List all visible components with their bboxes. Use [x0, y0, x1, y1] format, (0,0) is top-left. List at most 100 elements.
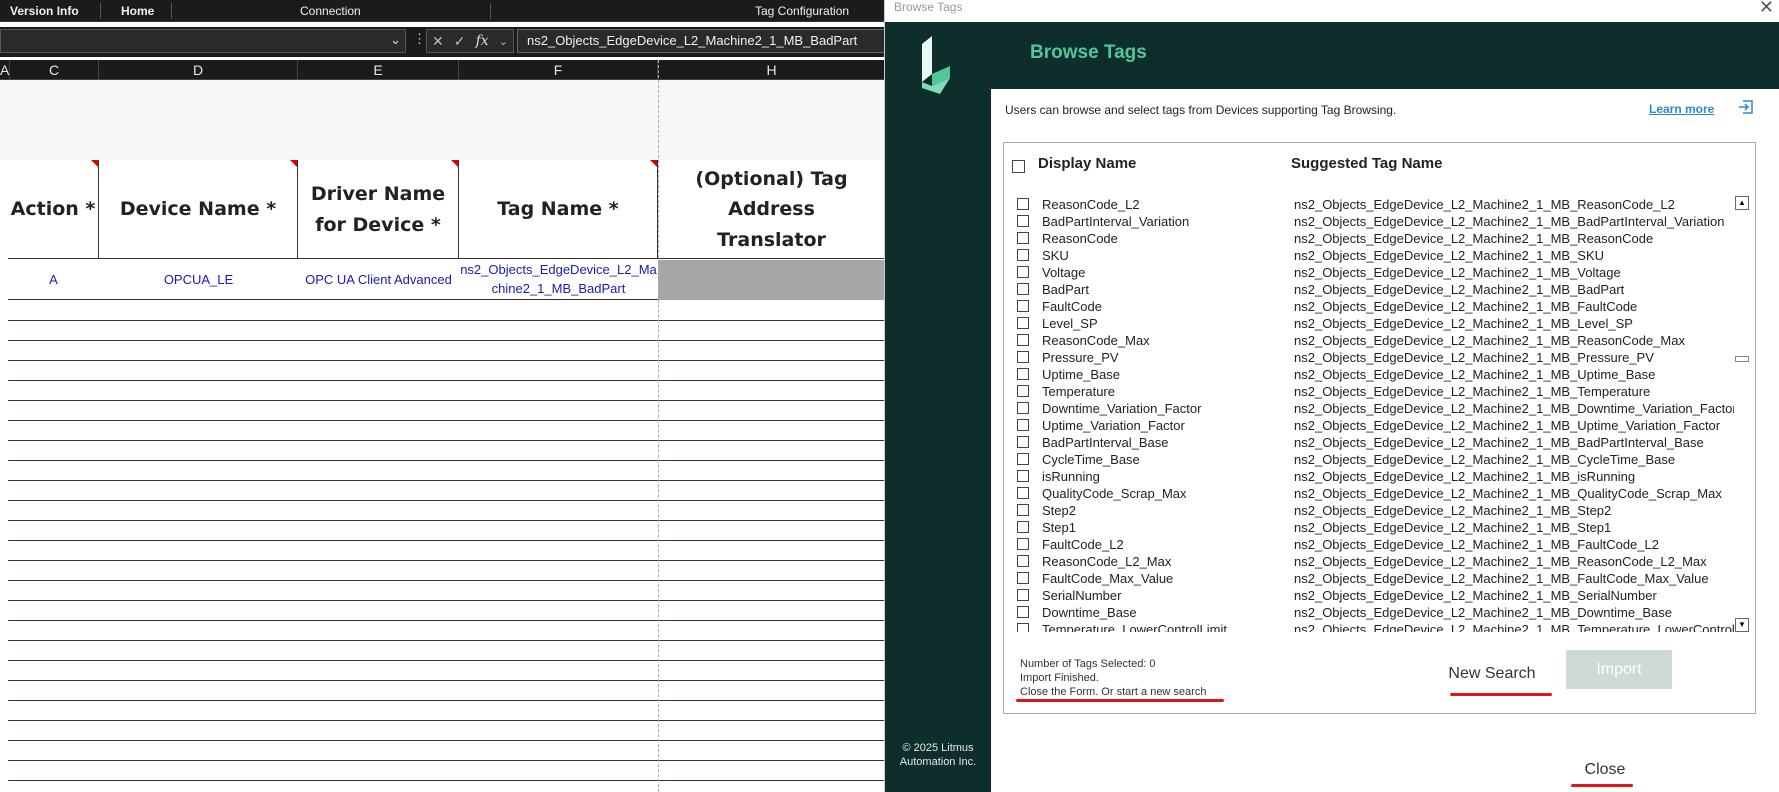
tag-checkbox[interactable]: [1017, 215, 1029, 227]
grid-row-line: [8, 660, 885, 661]
tag-display-name: ReasonCode_L2: [1042, 197, 1140, 212]
tag-checkbox[interactable]: [1017, 521, 1029, 533]
scroll-thumb[interactable]: [1735, 356, 1749, 362]
tag-checkbox[interactable]: [1017, 504, 1029, 516]
column-header-a[interactable]: A: [0, 60, 10, 80]
tag-checkbox[interactable]: [1017, 317, 1029, 329]
tag-row[interactable]: Step2 ns2_Objects_EdgeDevice_L2_Machine2_…: [1004, 502, 1734, 519]
tag-checkbox[interactable]: [1017, 351, 1029, 363]
external-link-icon[interactable]: [1738, 99, 1754, 115]
ribbon-tab-tag-configuration[interactable]: Tag Configuration: [747, 0, 857, 22]
tag-checkbox[interactable]: [1017, 470, 1029, 482]
tag-row[interactable]: Pressure_PV ns2_Objects_EdgeDevice_L2_Mac…: [1004, 349, 1734, 366]
header-driver-name[interactable]: Driver Name for Device *: [298, 160, 459, 259]
tag-checkbox[interactable]: [1017, 334, 1029, 346]
tag-row[interactable]: ReasonCode_Max ns2_Objects_EdgeDevice_L2_…: [1004, 332, 1734, 349]
copyright-text: © 2025 Litmus Automation Inc.: [899, 742, 977, 768]
tag-row[interactable]: isRunning ns2_Objects_EdgeDevice_L2_Machi…: [1004, 468, 1734, 485]
tag-checkbox[interactable]: [1017, 623, 1029, 632]
tag-row[interactable]: Downtime_Base ns2_Objects_EdgeDevice_L2_M…: [1004, 604, 1734, 621]
tag-row[interactable]: SerialNumber ns2_Objects_EdgeDevice_L2_Ma…: [1004, 587, 1734, 604]
close-button[interactable]: Close: [1565, 757, 1645, 783]
tag-checkbox[interactable]: [1017, 436, 1029, 448]
cell-translator[interactable]: [658, 260, 885, 300]
column-header-f[interactable]: F: [459, 60, 658, 80]
header-action[interactable]: Action *: [8, 160, 99, 259]
tag-checkbox[interactable]: [1017, 538, 1029, 550]
tag-row[interactable]: Step1 ns2_Objects_EdgeDevice_L2_Machine2_…: [1004, 519, 1734, 536]
tag-row[interactable]: CycleTime_Base ns2_Objects_EdgeDevice_L2_…: [1004, 451, 1734, 468]
column-header-h[interactable]: H: [658, 60, 885, 80]
more-icon[interactable]: ⋮: [413, 31, 426, 47]
tag-row[interactable]: BadPart ns2_Objects_EdgeDevice_L2_Machine…: [1004, 281, 1734, 298]
header-device-name[interactable]: Device Name *: [99, 160, 298, 259]
tag-row[interactable]: Uptime_Base ns2_Objects_EdgeDevice_L2_Mac…: [1004, 366, 1734, 383]
tag-row[interactable]: FaultCode ns2_Objects_EdgeDevice_L2_Machi…: [1004, 298, 1734, 315]
cell-device-name[interactable]: OPCUA_LE: [99, 260, 298, 300]
column-header-e[interactable]: E: [298, 60, 459, 80]
tag-row[interactable]: Downtime_Variation_Factor ns2_Objects_Edg…: [1004, 400, 1734, 417]
tag-display-name: SerialNumber: [1042, 588, 1122, 603]
tag-row[interactable]: QualityCode_Scrap_Max ns2_Objects_EdgeDev…: [1004, 485, 1734, 502]
column-header-c[interactable]: C: [10, 60, 99, 80]
chevron-down-icon[interactable]: ⌄: [390, 32, 401, 48]
dialog-heading: Browse Tags: [1030, 42, 1147, 63]
tag-row[interactable]: Temperature ns2_Objects_EdgeDevice_L2_Mac…: [1004, 383, 1734, 400]
tag-checkbox[interactable]: [1017, 606, 1029, 618]
confirm-icon[interactable]: ✓: [454, 33, 466, 50]
tag-row[interactable]: FaultCode_Max_Value ns2_Objects_EdgeDevic…: [1004, 570, 1734, 587]
tag-checkbox[interactable]: [1017, 555, 1029, 567]
cell-driver-name[interactable]: OPC UA Client Advanced: [298, 260, 459, 300]
tag-checkbox[interactable]: [1017, 453, 1029, 465]
tag-suggested-name: ns2_Objects_EdgeDevice_L2_Machine2_1_MB_…: [1294, 231, 1654, 246]
formula-input[interactable]: ns2_Objects_EdgeDevice_L2_Machine2_1_MB_…: [517, 29, 885, 53]
tag-row[interactable]: ReasonCode_L2 ns2_Objects_EdgeDevice_L2_M…: [1004, 196, 1734, 213]
tag-checkbox[interactable]: [1017, 572, 1029, 584]
tag-checkbox[interactable]: [1017, 283, 1029, 295]
tag-row[interactable]: FaultCode_L2 ns2_Objects_EdgeDevice_L2_Ma…: [1004, 536, 1734, 553]
column-header-d[interactable]: D: [99, 60, 298, 80]
tag-checkbox[interactable]: [1017, 249, 1029, 261]
scroll-up-icon[interactable]: ▲: [1735, 196, 1749, 210]
name-box[interactable]: ⌄: [0, 29, 406, 53]
tags-list[interactable]: ReasonCode_L2 ns2_Objects_EdgeDevice_L2_M…: [1004, 196, 1734, 632]
import-button[interactable]: Import: [1566, 650, 1672, 689]
tag-row[interactable]: ReasonCode_L2_Max ns2_Objects_EdgeDevice_…: [1004, 553, 1734, 570]
header-translator[interactable]: (Optional) Tag Address Translator: [658, 160, 885, 259]
tag-checkbox[interactable]: [1017, 487, 1029, 499]
tag-row[interactable]: Uptime_Variation_Factor ns2_Objects_EdgeD…: [1004, 417, 1734, 434]
tag-row[interactable]: BadPartInterval_Variation ns2_Objects_Edg…: [1004, 213, 1734, 230]
tag-row[interactable]: Level_SP ns2_Objects_EdgeDevice_L2_Machin…: [1004, 315, 1734, 332]
tag-row[interactable]: BadPartInterval_Base ns2_Objects_EdgeDevi…: [1004, 434, 1734, 451]
tag-row[interactable]: Temperature_LowerControlLimit ns2_Objects…: [1004, 621, 1734, 632]
cancel-icon[interactable]: ✕: [432, 33, 444, 50]
select-all-checkbox[interactable]: [1012, 160, 1025, 173]
tag-row[interactable]: ReasonCode ns2_Objects_EdgeDevice_L2_Mach…: [1004, 230, 1734, 247]
tag-suggested-name: ns2_Objects_EdgeDevice_L2_Machine2_1_MB_…: [1294, 367, 1656, 382]
tag-checkbox[interactable]: [1017, 232, 1029, 244]
tag-checkbox[interactable]: [1017, 385, 1029, 397]
learn-more-link[interactable]: Learn more: [1649, 102, 1714, 116]
tag-row[interactable]: Voltage ns2_Objects_EdgeDevice_L2_Machine…: [1004, 264, 1734, 281]
function-icon[interactable]: fx: [476, 33, 489, 49]
header-tag-name[interactable]: Tag Name *: [459, 160, 658, 259]
selected-count-text: Number of Tags Selected: 0: [1020, 658, 1156, 670]
tags-scrollbar[interactable]: ▲ ▼: [1734, 196, 1751, 632]
tag-row[interactable]: SKU ns2_Objects_EdgeDevice_L2_Machine2_1_…: [1004, 247, 1734, 264]
tag-checkbox[interactable]: [1017, 402, 1029, 414]
tag-checkbox[interactable]: [1017, 266, 1029, 278]
ribbon-tab-connection[interactable]: Connection: [292, 0, 369, 22]
tag-checkbox[interactable]: [1017, 589, 1029, 601]
close-icon[interactable]: ✕: [1759, 0, 1774, 16]
cell-tag-name[interactable]: ns2_Objects_EdgeDevice_L2_Machine2_1_MB_…: [459, 260, 658, 300]
scroll-down-icon[interactable]: ▼: [1735, 618, 1749, 632]
tag-checkbox[interactable]: [1017, 198, 1029, 210]
tag-checkbox[interactable]: [1017, 368, 1029, 380]
ribbon-tab-home[interactable]: Home: [113, 0, 162, 22]
chevron-down-icon[interactable]: ⌄: [499, 35, 508, 48]
tag-checkbox[interactable]: [1017, 419, 1029, 431]
cell-action[interactable]: A: [8, 260, 99, 300]
ribbon-tab-version-info[interactable]: Version Info: [2, 0, 87, 22]
new-search-button[interactable]: New Search: [1442, 661, 1542, 687]
tag-checkbox[interactable]: [1017, 300, 1029, 312]
